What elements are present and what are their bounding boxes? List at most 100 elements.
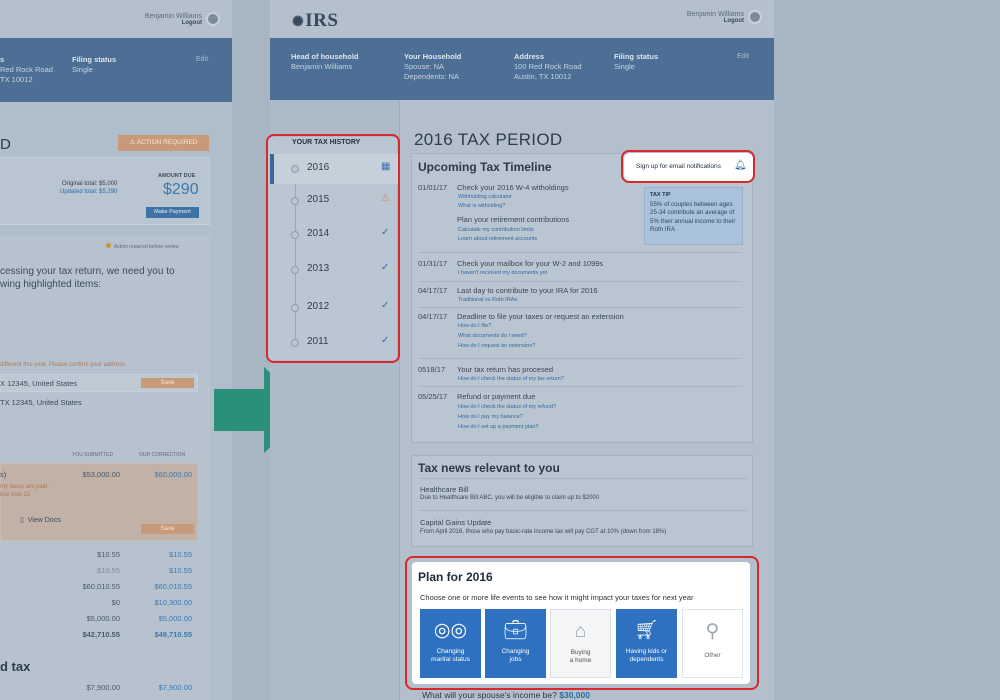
- filing-status-value: Single: [614, 62, 635, 71]
- value-submitted: $60,010.55: [82, 582, 120, 591]
- eagle-icon: ✺: [292, 15, 305, 30]
- address-label: Address: [514, 52, 545, 61]
- spouse-value: Spouse: NA: [404, 62, 445, 71]
- address-column: s Red Rock Road TX 10012: [0, 55, 53, 85]
- row-note: my taxes are paid.: [0, 484, 50, 490]
- page-title: 2016 TAX PERIOD: [414, 130, 563, 149]
- timeline-task: Your tax return has procesed: [457, 365, 554, 374]
- view-docs-link[interactable]: ▯ View Docs: [20, 516, 61, 524]
- value-correction: $10.55: [169, 566, 192, 575]
- spouse-income-question: What will your spouse's income be? $30,0…: [422, 690, 590, 700]
- row-label: s): [0, 470, 7, 479]
- timeline-link[interactable]: Withholding calculator: [458, 194, 512, 200]
- value-correction: $5,000.00: [158, 614, 192, 623]
- filing-status-label: Filing status: [614, 52, 659, 61]
- user-block[interactable]: Benjamin Williams Logout: [670, 11, 744, 24]
- processing-text: cessing your tax return, we need you to: [0, 266, 175, 277]
- avatar[interactable]: [206, 12, 220, 26]
- tax-tip-title: TAX TIP: [650, 192, 671, 198]
- timeline-divider: [418, 281, 742, 282]
- address-line: Red Rock Road: [0, 65, 53, 74]
- save-button[interactable]: Save: [141, 524, 194, 534]
- timeline-link[interactable]: How do I pay my balance?: [458, 414, 523, 420]
- original-total: Original total: $5,000: [62, 181, 118, 187]
- value-correction: $10,300.00: [154, 598, 192, 607]
- household-label: Your Household: [404, 52, 462, 61]
- timeline-link[interactable]: How do I file?: [458, 323, 491, 329]
- timeline-link[interactable]: Learn about retirement accounts: [458, 236, 537, 242]
- address-alt[interactable]: TX 12345, United States: [0, 398, 82, 407]
- filing-status-column: Filing status Single: [614, 52, 658, 72]
- filing-status-value: Single: [72, 65, 93, 74]
- news-divider: [419, 510, 747, 511]
- status-dot-icon: [106, 243, 111, 248]
- filing-status-column: Filing status Single: [72, 55, 116, 75]
- timeline-link[interactable]: Calculate my contribution limits: [458, 227, 534, 233]
- amount-due-value: $290: [163, 181, 199, 198]
- timeline-title: Upcoming Tax Timeline: [418, 160, 552, 174]
- section-title-fragment: d tax: [0, 659, 31, 674]
- timeline-link[interactable]: How do I check the status of my tax retu…: [458, 376, 564, 382]
- address-input[interactable]: X 12345, United States: [0, 379, 77, 388]
- value-submitted: $10.55: [97, 566, 120, 575]
- total-submitted: $42,710.55: [82, 630, 120, 639]
- address-label: s: [0, 55, 5, 64]
- irs-logo[interactable]: ✺IRS: [292, 10, 338, 32]
- timeline-link[interactable]: Traditional vs Roth IRAs: [458, 297, 517, 303]
- address-line: TX 10012: [0, 75, 33, 84]
- timeline-date: 04/17/17: [418, 312, 448, 321]
- row-submitted: $53,000.00: [82, 470, 120, 479]
- timeline-task: Last day to contribute to your IRA for 2…: [457, 286, 598, 295]
- logout-link[interactable]: Logout: [128, 20, 202, 26]
- timeline-link[interactable]: What documents do I need?: [458, 333, 527, 339]
- spouse-income-value[interactable]: $30,000: [559, 690, 590, 700]
- value-correction: $7,900.00: [158, 683, 192, 692]
- col-you-submitted: YOU SUBMITTED: [72, 452, 114, 458]
- value-correction: $60,010.55: [154, 582, 192, 591]
- action-required-badge[interactable]: ⚠ ACTION REQUIRED: [118, 135, 209, 151]
- avatar[interactable]: [748, 10, 762, 24]
- profile-header: s Red Rock Road TX 10012 Filing status S…: [0, 38, 232, 102]
- timeline-date: 04/17/17: [418, 286, 448, 295]
- timeline-task: Deadline to file your taxes or request a…: [457, 312, 624, 321]
- value-submitted: $10.55: [97, 550, 120, 559]
- news-divider: [419, 478, 747, 479]
- address-line: 100 Red Rock Road: [514, 62, 582, 71]
- news-headline[interactable]: Healthcare Bill: [420, 485, 468, 494]
- user-block[interactable]: Benjamin Williams Logout: [128, 13, 202, 26]
- action-note: Action required before review: [106, 243, 179, 250]
- timeline-link[interactable]: How do I check the status of my refund?: [458, 404, 556, 410]
- make-payment-button[interactable]: Make Payment: [146, 207, 199, 218]
- action-required-label: ACTION REQUIRED: [136, 139, 198, 146]
- amount-due-label: AMOUNT DUE: [158, 173, 196, 179]
- timeline-link[interactable]: I haven't received my documents yet: [458, 270, 547, 276]
- highlight-outline: [405, 556, 759, 690]
- address-line: Austin, TX 10012: [514, 72, 572, 81]
- head-of-household-column: Head of household Benjamin Williams: [291, 52, 359, 72]
- address-note: different this year. Please confirm your…: [0, 362, 127, 368]
- news-title: Tax news relevant to you: [418, 461, 560, 475]
- timeline-link[interactable]: How do I request an extension?: [458, 343, 535, 349]
- timeline-divider: [418, 307, 742, 308]
- updated-total: Updated total: $5,290: [60, 189, 118, 195]
- timeline-task: Refund or payment due: [457, 392, 536, 401]
- row-note: line dow 22: [0, 492, 31, 498]
- edit-link[interactable]: Edit: [196, 56, 208, 63]
- value-submitted: $5,000.00: [86, 614, 120, 623]
- timeline-link[interactable]: What is witholding?: [458, 203, 505, 209]
- logo-text: IRS: [305, 10, 339, 31]
- action-note-text: Action required before review: [114, 244, 180, 250]
- dependents-value: Dependents: NA: [404, 72, 460, 81]
- highlight-outline: [621, 150, 755, 183]
- tax-tip-body: 55% of couples between ages 25-34 contri…: [650, 201, 736, 234]
- user-name: Benjamin Williams: [144, 13, 202, 20]
- save-button[interactable]: Save: [141, 378, 194, 388]
- edit-link[interactable]: Edit: [737, 53, 749, 60]
- profile-header: Head of household Benjamin Williams Your…: [270, 38, 774, 100]
- timeline-divider: [418, 386, 742, 387]
- timeline-link[interactable]: How do I set up a payment plan?: [458, 424, 538, 430]
- value-submitted: $7,900.00: [86, 683, 120, 692]
- timeline-task: Check your mailbox for your W-2 and 1099…: [457, 259, 604, 268]
- logout-link[interactable]: Logout: [670, 18, 744, 24]
- news-headline[interactable]: Capital Gains Update: [420, 518, 491, 527]
